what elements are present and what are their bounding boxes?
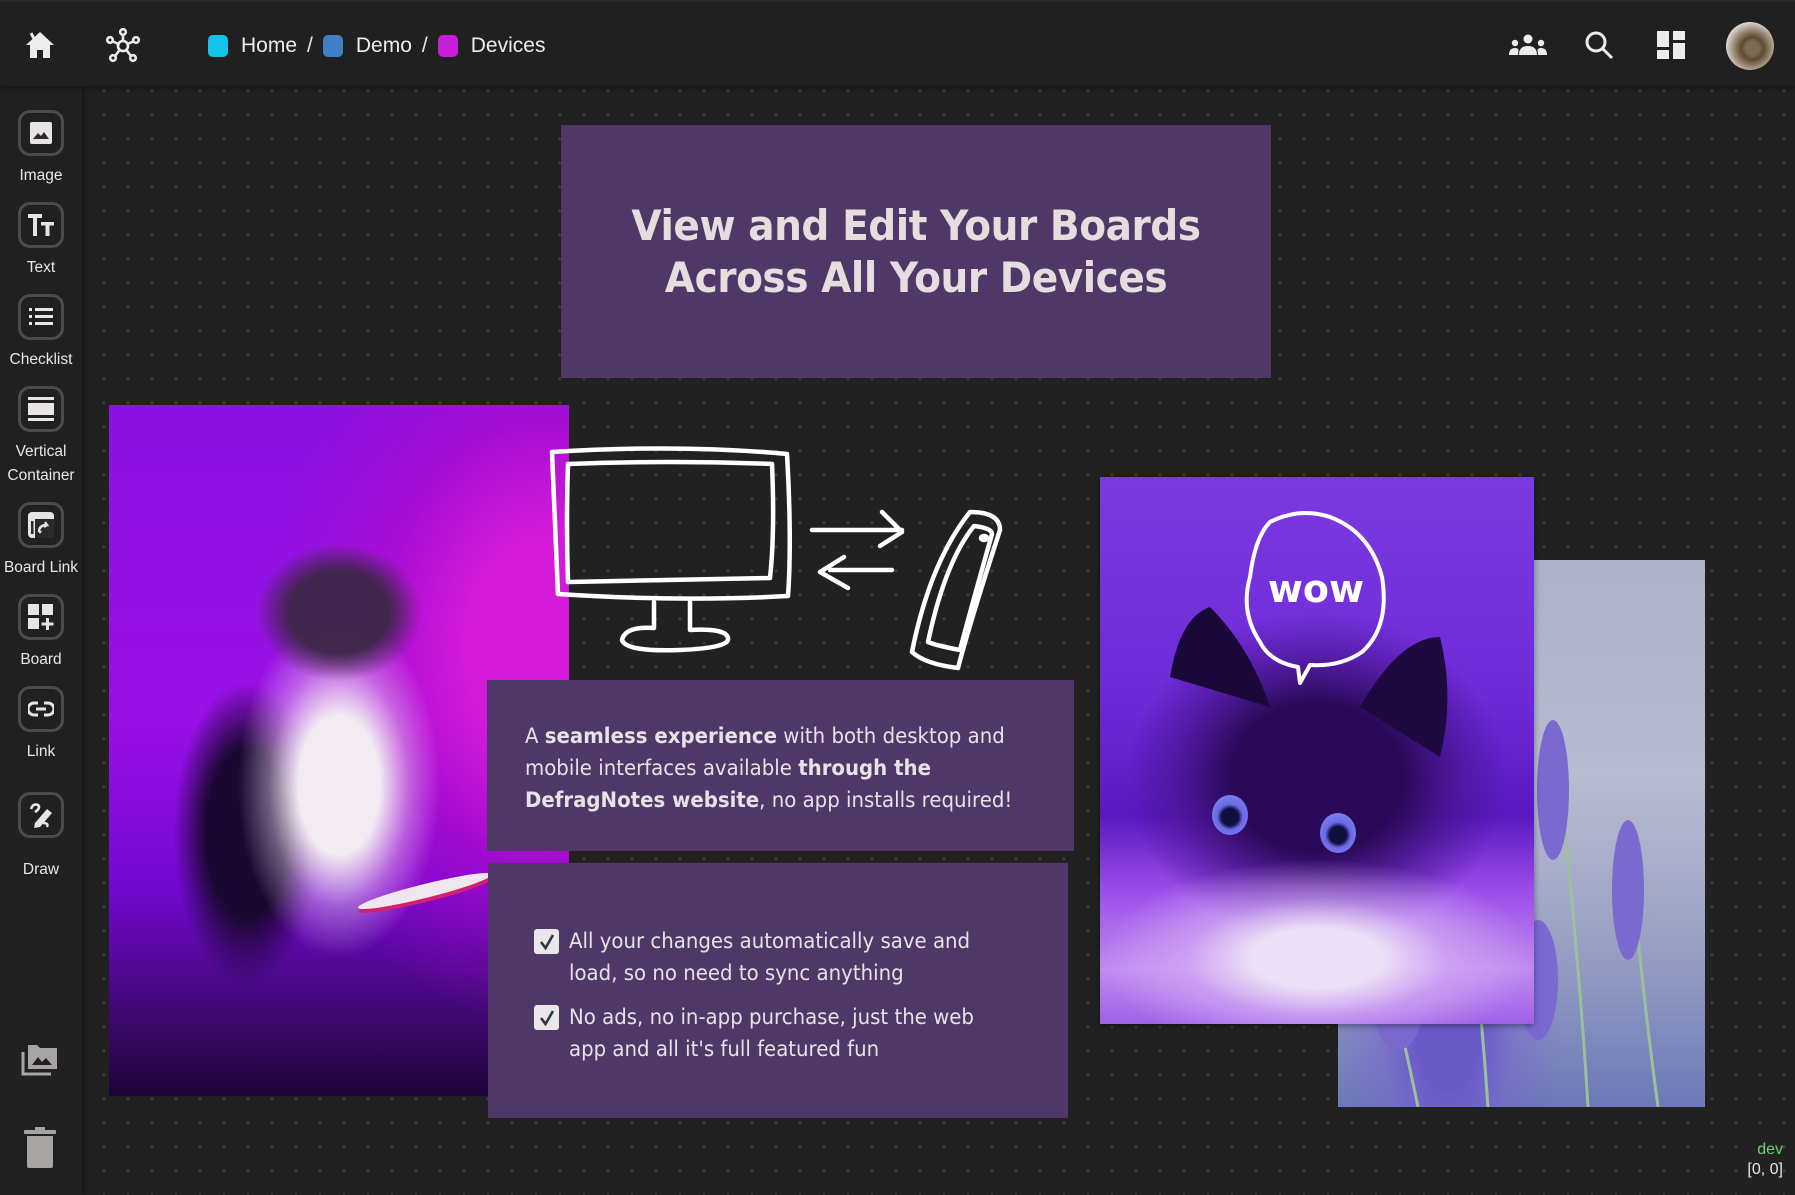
graph-view-button[interactable] (102, 26, 144, 66)
image-library-button[interactable] (20, 1042, 60, 1078)
checkbox-checked[interactable] (534, 1005, 559, 1030)
sync-arrows-sketch (809, 509, 905, 591)
cat-photo-wow[interactable]: wow (1100, 477, 1534, 1024)
checkmark-icon (539, 933, 554, 950)
breadcrumb-label: Demo (355, 34, 412, 57)
tool-link[interactable]: Link (0, 686, 82, 764)
board-add-icon (28, 604, 54, 630)
breadcrumb-label: Devices (470, 34, 546, 57)
graph-network-icon (105, 28, 141, 63)
wow-speech-bubble[interactable]: wow (1100, 477, 1534, 1024)
title-card[interactable]: View and Edit Your Boards Across All You… (561, 125, 1271, 378)
tool-text[interactable]: Text (0, 202, 82, 280)
tool-board[interactable]: Board (0, 594, 82, 672)
canvas-coordinates: [0, 0] (1747, 1161, 1783, 1178)
draw-icon (29, 803, 52, 828)
checklist-item-text: All your changes automatically save and … (569, 929, 971, 985)
description-segment: , no app installs required! (759, 788, 1013, 812)
tool-label: Draw (22, 861, 60, 878)
image-icon (30, 122, 52, 144)
home-icon (26, 32, 54, 58)
breadcrumb-label: Home (241, 34, 298, 57)
tool-label: Board Link (3, 559, 79, 576)
tool-image[interactable]: Image (0, 110, 82, 188)
top-bar: Home / Demo / Devices (0, 0, 1795, 86)
search-icon (1585, 31, 1614, 60)
trash-button[interactable] (20, 1126, 60, 1170)
board-color-swatch (437, 35, 458, 57)
phone-sketch (909, 509, 1003, 671)
tool-label: Link (26, 743, 56, 760)
tool-label: Checklist (9, 351, 73, 368)
home-button[interactable] (20, 26, 60, 64)
environment-label: dev (1757, 1141, 1783, 1158)
checklist-card[interactable]: All your changes automatically save and … (488, 863, 1068, 1118)
tool-board-link[interactable]: Board Link (0, 502, 82, 580)
breadcrumb-separator: / (307, 34, 313, 57)
breadcrumb-devices[interactable]: Devices (437, 34, 546, 58)
tool-label: Text (26, 259, 56, 276)
tool-checklist[interactable]: Checklist (0, 294, 82, 372)
tool-label: Image (19, 167, 63, 184)
breadcrumb: Home / Demo / Devices (208, 30, 545, 62)
speech-bubble-text: wow (1268, 567, 1364, 611)
dashboard-layout-icon (1657, 31, 1685, 59)
description-segment: A (525, 724, 545, 748)
board-color-swatch (322, 35, 343, 57)
tool-sidebar: Image Text Checklist Vertical Container … (0, 86, 82, 1195)
breadcrumb-demo[interactable]: Demo (322, 34, 412, 58)
debug-status: dev [0, 0] (1747, 1140, 1783, 1180)
tool-label: Vertical Container (7, 443, 75, 484)
description-text: A seamless experience with both desktop … (525, 720, 1051, 816)
search-button[interactable] (1582, 28, 1616, 62)
trash-icon (24, 1127, 56, 1168)
board-color-swatch (208, 35, 228, 57)
tool-draw[interactable]: Draw (0, 792, 82, 882)
checklist-icon (29, 308, 53, 325)
checklist-item[interactable]: All your changes automatically save and … (534, 925, 1068, 989)
tool-vertical-container[interactable]: Vertical Container (0, 386, 82, 488)
people-icon (1509, 34, 1547, 55)
dashboard-button[interactable] (1656, 30, 1686, 60)
board-link-icon (28, 512, 54, 538)
checkmark-icon (539, 1009, 554, 1026)
image-library-icon (21, 1045, 57, 1076)
text-icon (28, 214, 54, 236)
description-card[interactable]: A seamless experience with both desktop … (487, 680, 1074, 851)
link-icon (28, 701, 54, 717)
checkbox-checked[interactable] (534, 929, 559, 954)
tool-label: Board (20, 651, 62, 668)
board-canvas[interactable]: View and Edit Your Boards Across All You… (82, 86, 1795, 1195)
monitor-sketch (549, 446, 793, 653)
cat-photo-detail (356, 867, 494, 915)
breadcrumb-separator: / (421, 34, 428, 57)
collaborators-button[interactable] (1508, 30, 1548, 60)
vertical-container-icon (28, 397, 54, 421)
description-bold-segment: seamless experience (544, 724, 778, 748)
breadcrumb-home[interactable]: Home (208, 34, 297, 58)
title-text: View and Edit Your Boards Across All You… (631, 200, 1201, 302)
checklist-item[interactable]: No ads, no in-app purchase, just the web… (534, 1001, 1068, 1065)
checklist-item-text: No ads, no in-app purchase, just the web… (569, 1005, 974, 1061)
avatar[interactable] (1726, 22, 1774, 70)
